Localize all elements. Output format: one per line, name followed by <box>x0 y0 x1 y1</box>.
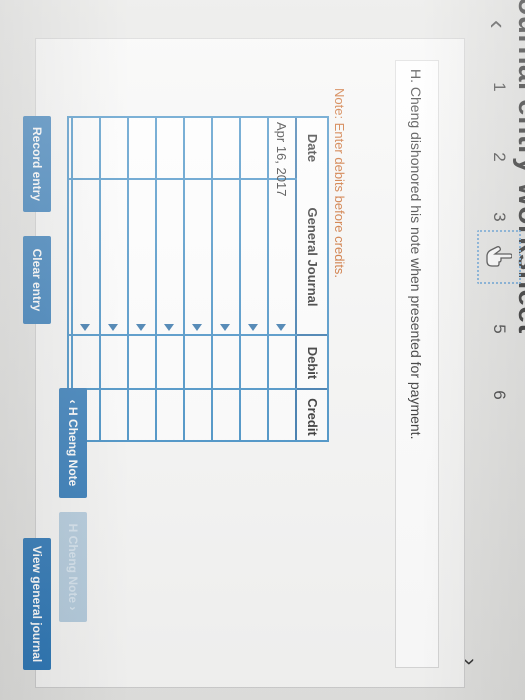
tab-4-current[interactable] <box>477 230 521 284</box>
row-divider <box>155 118 157 442</box>
previous-arrow-icon[interactable]: ‹ <box>483 20 513 29</box>
credit-cell[interactable] <box>211 390 239 442</box>
account-cell[interactable] <box>267 180 295 334</box>
header-debit: Debit <box>297 336 327 390</box>
dropdown-caret-icon[interactable] <box>276 324 286 331</box>
date-cell[interactable] <box>211 118 239 178</box>
header-date: Date <box>297 118 327 178</box>
record-entry-button[interactable]: Record entry <box>23 116 51 212</box>
tab-6[interactable]: 6 <box>485 380 513 410</box>
dropdown-caret-icon[interactable] <box>80 324 90 331</box>
note-text: Note: Enter debits before credits. <box>332 88 347 279</box>
header-divider <box>297 334 327 336</box>
dropdown-caret-icon[interactable] <box>136 324 146 331</box>
account-cell[interactable] <box>99 180 127 334</box>
clear-entry-button[interactable]: Clear entry <box>23 236 51 324</box>
header-credit: Credit <box>297 390 327 442</box>
date-cell[interactable] <box>183 118 211 178</box>
debit-cell[interactable] <box>99 336 127 388</box>
debit-cell[interactable] <box>211 336 239 388</box>
header-divider <box>297 388 327 390</box>
account-cell[interactable] <box>71 180 99 334</box>
tab-3[interactable]: 3 <box>485 202 513 232</box>
debit-cell[interactable] <box>183 336 211 388</box>
dropdown-caret-icon[interactable] <box>108 324 118 331</box>
date-cell[interactable] <box>71 118 99 178</box>
dropdown-caret-icon[interactable] <box>248 324 258 331</box>
debit-cell[interactable] <box>239 336 267 388</box>
account-cell[interactable] <box>211 180 239 334</box>
header-rule <box>295 118 297 442</box>
dropdown-caret-icon[interactable] <box>192 324 202 331</box>
credit-cell[interactable] <box>127 390 155 442</box>
debit-cell[interactable] <box>127 336 155 388</box>
journal-table: Date General Journal Debit Credit Apr 16… <box>67 116 329 442</box>
credit-cell[interactable] <box>267 390 295 442</box>
account-cell[interactable] <box>183 180 211 334</box>
row-divider <box>127 118 129 442</box>
debit-cell[interactable] <box>155 336 183 388</box>
account-cell[interactable] <box>155 180 183 334</box>
dropdown-caret-icon[interactable] <box>220 324 230 331</box>
dropdown-caret-icon[interactable] <box>164 324 174 331</box>
account-cell[interactable] <box>127 180 155 334</box>
header-general-journal: General Journal <box>297 178 327 336</box>
row-divider <box>267 118 269 442</box>
row-divider <box>211 118 213 442</box>
date-cell[interactable] <box>99 118 127 178</box>
hand-pointer-icon <box>486 246 512 267</box>
tab-1[interactable]: 1 <box>485 72 513 102</box>
date-cell[interactable]: Apr 16, 2017 <box>267 118 295 196</box>
row-divider <box>239 118 241 442</box>
row-divider <box>99 118 101 442</box>
debit-cell[interactable] <box>71 336 99 388</box>
tab-5[interactable]: 5 <box>485 314 513 344</box>
debit-cell[interactable] <box>267 336 295 388</box>
account-cell[interactable] <box>239 180 267 334</box>
credit-cell[interactable] <box>239 390 267 442</box>
credit-cell[interactable] <box>183 390 211 442</box>
date-cell[interactable] <box>239 118 267 178</box>
transaction-prompt: H. Cheng dishonored his note when presen… <box>395 60 439 668</box>
date-cell[interactable] <box>127 118 155 178</box>
date-cell[interactable] <box>155 118 183 178</box>
credit-cell[interactable] <box>99 390 127 442</box>
view-general-journal-button[interactable]: View general journal <box>23 538 51 670</box>
row-divider <box>183 118 185 442</box>
credit-cell[interactable] <box>155 390 183 442</box>
next-button-disabled[interactable]: H Cheng Note › <box>59 512 87 622</box>
tab-2[interactable]: 2 <box>485 142 513 172</box>
rotated-page: Journal entry worksheet ‹ 1 2 3 5 6 › H.… <box>0 0 525 700</box>
back-button[interactable]: ‹ H Cheng Note <box>59 388 87 498</box>
